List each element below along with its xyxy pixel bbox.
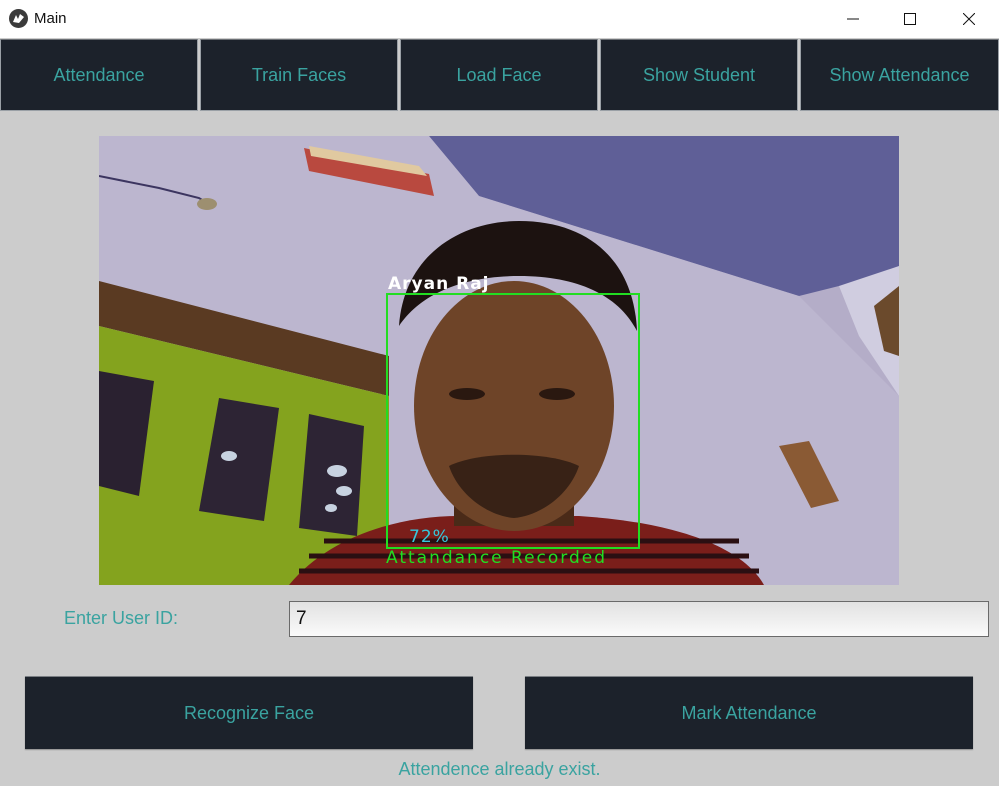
nav-load-face-button[interactable]: Load Face <box>400 39 598 111</box>
title-bar: Main <box>0 0 999 38</box>
kivy-logo-icon <box>9 9 28 28</box>
close-icon <box>963 13 975 25</box>
nav-attendance-button[interactable]: Attendance <box>0 39 198 111</box>
nav-train-faces-button[interactable]: Train Faces <box>200 39 398 111</box>
minimize-icon <box>847 18 859 20</box>
nav-show-attendance-button[interactable]: Show Attendance <box>800 39 999 111</box>
maximize-icon <box>904 13 916 25</box>
user-id-label: Enter User ID: <box>64 608 179 628</box>
camera-feed: Aryan Raj 72% Attandance Recorded <box>99 136 899 585</box>
recognize-face-button[interactable]: Recognize Face <box>25 676 473 749</box>
user-id-input[interactable] <box>289 601 989 637</box>
minimize-button[interactable] <box>824 0 882 38</box>
face-confidence: 72% <box>409 527 450 547</box>
window-title: Main <box>34 10 67 27</box>
close-button[interactable] <box>940 0 998 38</box>
maximize-button[interactable] <box>881 0 939 38</box>
detected-face-name: Aryan Raj <box>388 274 490 294</box>
status-message: Attendence already exist. <box>398 759 601 779</box>
top-nav: Attendance Train Faces Load Face Show St… <box>0 38 999 112</box>
face-detection-box <box>386 293 640 549</box>
nav-show-student-button[interactable]: Show Student <box>600 39 798 111</box>
main-window: Main Attendance Train Faces Load Face Sh… <box>0 0 999 786</box>
mark-attendance-button[interactable]: Mark Attendance <box>525 676 973 749</box>
face-overlay-status: Attandance Recorded <box>386 548 608 568</box>
